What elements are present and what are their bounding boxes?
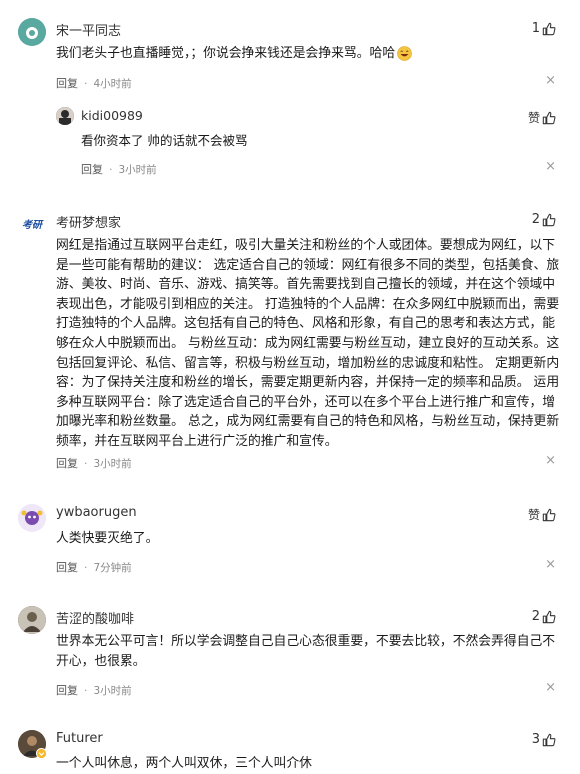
avatar[interactable] bbox=[18, 606, 46, 634]
timestamp: 4小时前 bbox=[93, 77, 132, 90]
close-icon[interactable]: × bbox=[545, 454, 556, 467]
vip-badge-icon bbox=[36, 748, 47, 759]
timestamp: 3小时前 bbox=[93, 457, 132, 470]
comment-text: 网红是指通过互联网平台走红，吸引大量关注和粉丝的个人或团体。要想成为网红，以下是… bbox=[56, 238, 560, 449]
like-label: 赞 bbox=[527, 508, 540, 522]
thumb-up-icon bbox=[542, 22, 556, 35]
avatar[interactable] bbox=[56, 107, 74, 125]
thumb-up-icon bbox=[542, 733, 556, 746]
thumb-up-icon bbox=[542, 213, 556, 226]
separator-dot: · bbox=[84, 76, 88, 90]
close-icon[interactable]: × bbox=[545, 74, 556, 87]
timestamp: 7分钟前 bbox=[93, 561, 132, 574]
like-button[interactable]: 1 bbox=[532, 21, 556, 36]
svg-text:考研: 考研 bbox=[22, 219, 44, 231]
like-count: 2 bbox=[531, 212, 540, 227]
username[interactable]: kidi00989 bbox=[81, 108, 143, 123]
close-icon[interactable]: × bbox=[545, 681, 556, 694]
separator-dot: · bbox=[109, 162, 113, 176]
comment-text: 人类快要灭绝了。 bbox=[56, 531, 159, 546]
comment-text: 看你资本了 帅的话就不会被骂 bbox=[81, 133, 248, 148]
reply-button[interactable]: 回复 bbox=[56, 75, 78, 91]
laugh-emoji-icon bbox=[397, 46, 412, 62]
username[interactable]: ywbaorugen bbox=[56, 505, 137, 520]
avatar-person-icon bbox=[56, 107, 74, 125]
reply-button[interactable]: 回复 bbox=[56, 455, 78, 471]
like-button[interactable]: 赞 bbox=[528, 109, 556, 126]
avatar-logo-icon: 考研 bbox=[18, 210, 46, 238]
avatar[interactable]: 考研 bbox=[18, 210, 46, 238]
username[interactable]: 宋一平同志 bbox=[56, 20, 121, 39]
like-count: 3 bbox=[531, 732, 540, 747]
like-button[interactable]: 2 bbox=[532, 212, 556, 227]
avatar[interactable] bbox=[18, 504, 46, 532]
thumb-up-icon bbox=[542, 508, 556, 521]
reply-button[interactable]: 回复 bbox=[56, 559, 78, 575]
comment-text: 世界本无公平可言！所以学会调整自己自己心态很重要，不要去比较，不然会弄得自己不开… bbox=[56, 634, 556, 669]
avatar-photo-icon bbox=[18, 606, 46, 634]
thumb-up-icon bbox=[542, 610, 556, 623]
comment-meta: 回复 · 3小时前 bbox=[56, 455, 132, 471]
comment-meta: 回复 · 3小时前 bbox=[56, 682, 132, 698]
timestamp: 3小时前 bbox=[118, 163, 157, 176]
close-icon[interactable]: × bbox=[545, 558, 556, 571]
avatar-person-icon bbox=[18, 18, 46, 46]
comment-meta: 回复 · 3小时前 bbox=[81, 161, 157, 177]
comment-text: 一个人叫休息，两个人叫双休，三个人叫介休 bbox=[56, 756, 312, 771]
reply-button[interactable]: 回复 bbox=[56, 682, 78, 698]
comment-meta: 回复 · 7分钟前 bbox=[56, 559, 132, 575]
close-icon[interactable]: × bbox=[545, 160, 556, 173]
timestamp: 3小时前 bbox=[93, 684, 132, 697]
like-button[interactable]: 3 bbox=[532, 732, 556, 747]
username[interactable]: Futurer bbox=[56, 731, 103, 746]
reply-button[interactable]: 回复 bbox=[81, 161, 103, 177]
like-count: 1 bbox=[531, 21, 540, 36]
username[interactable]: 考研梦想家 bbox=[56, 212, 121, 231]
separator-dot: · bbox=[84, 683, 88, 697]
separator-dot: · bbox=[84, 560, 88, 574]
like-button[interactable]: 赞 bbox=[528, 506, 556, 523]
avatar-cartoon-icon bbox=[18, 504, 46, 532]
like-label: 赞 bbox=[527, 111, 540, 125]
thumb-up-icon bbox=[542, 111, 556, 124]
comment-text: 我们老头子也直播睡觉，；你说会挣来钱还是会挣来骂。哈哈 bbox=[56, 44, 556, 64]
username[interactable]: 苦涩的酸咖啡 bbox=[56, 608, 134, 627]
avatar[interactable] bbox=[18, 18, 46, 46]
like-button[interactable]: 2 bbox=[532, 609, 556, 624]
like-count: 2 bbox=[531, 609, 540, 624]
separator-dot: · bbox=[84, 456, 88, 470]
comment-meta: 回复 · 4小时前 bbox=[56, 75, 132, 91]
